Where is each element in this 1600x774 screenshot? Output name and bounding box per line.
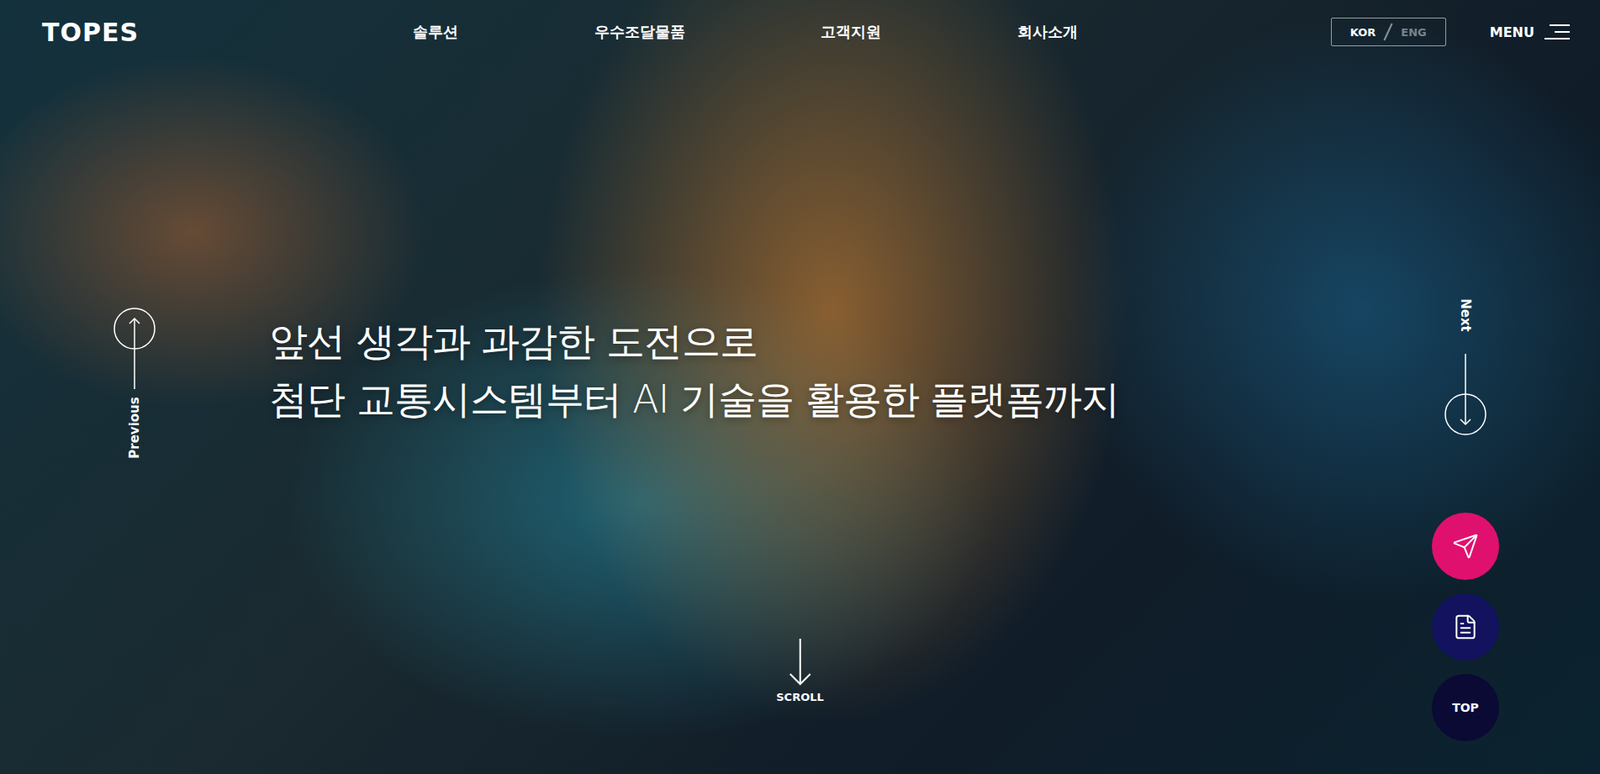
language-option[interactable]: ENG — [1400, 26, 1426, 39]
logo[interactable]: TOPES — [42, 17, 295, 48]
nav-item[interactable]: 회사소개 — [1017, 21, 1078, 43]
arrow-down-icon — [1443, 352, 1488, 437]
top-button[interactable]: TOP — [1431, 674, 1500, 742]
guide-button[interactable] — [1431, 593, 1500, 661]
nav-item[interactable]: 고객지원 — [820, 21, 882, 43]
language-option[interactable]: KOR — [1350, 26, 1377, 39]
scroll-indicator[interactable]: SCROLL — [776, 638, 824, 704]
nav-item[interactable]: 우수조달물품 — [594, 21, 686, 43]
language-divider — [1383, 23, 1394, 42]
menu-button[interactable]: MENU — [1489, 23, 1570, 41]
header: TOPES 솔루션 우수조달물품 고객지원 회사소개 KOR ENG MENU — [0, 0, 1600, 64]
scroll-arrow-icon — [786, 638, 813, 688]
hero: 앞선 생각과 과감한 도전으로첨단 교통시스템부터 AI 기술을 활용한 플랫폼… — [0, 63, 1600, 429]
document-idea-icon — [1452, 613, 1479, 641]
floating-actions: TOP — [1431, 512, 1500, 742]
main-nav: 솔루션 우수조달물품 고객지원 회사소개 — [294, 21, 1331, 43]
previous-label: Previous — [126, 419, 143, 437]
headline-line: 첨단 교통시스템부터 AI 기술을 활용한 플랫폼까지 — [269, 370, 1600, 429]
page: TOPES 솔루션 우수조달물품 고객지원 회사소개 KOR ENG MENU 앞선 생각과 과… — [0, 0, 1600, 774]
send-button[interactable] — [1431, 512, 1500, 581]
hamburger-icon — [1542, 23, 1570, 41]
next-label: Next — [1457, 306, 1474, 324]
next-button[interactable]: Next — [1443, 306, 1488, 437]
hero-headline: 앞선 생각과 과감한 도전으로첨단 교통시스템부터 AI 기술을 활용한 플랫폼… — [269, 312, 1600, 429]
paper-plane-icon — [1452, 533, 1479, 560]
previous-button[interactable]: Previous — [112, 306, 157, 437]
nav-item[interactable]: 솔루션 — [412, 21, 459, 43]
arrow-up-icon — [112, 306, 157, 391]
language-switch: KOR ENG — [1330, 17, 1447, 47]
headline-line: 앞선 생각과 과감한 도전으로 — [269, 312, 1600, 371]
